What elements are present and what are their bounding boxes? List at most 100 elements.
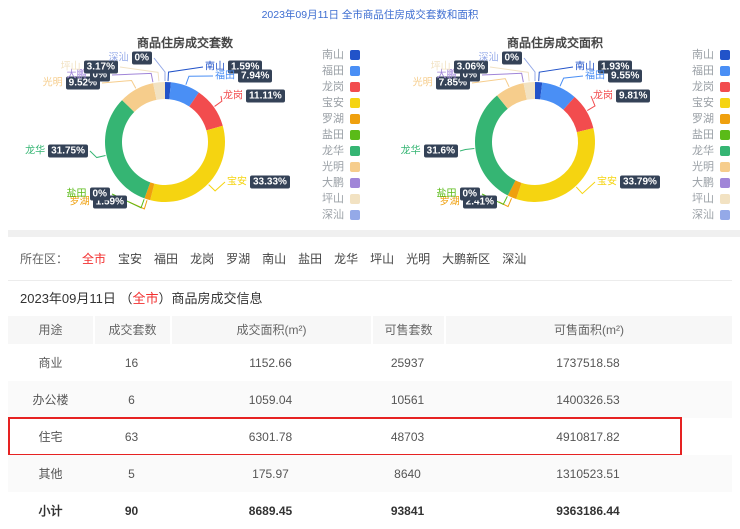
- filter-option-龙华[interactable]: 龙华: [334, 252, 358, 266]
- table-row-住宅: 住宅 63 6301.78 48703 4910817.82: [8, 417, 732, 456]
- legend-swatch: [350, 210, 360, 220]
- legend-item-南山[interactable]: 南山: [692, 49, 730, 61]
- chart-units-panel: 商品住房成交套数 南山 福田 龙岗 宝安 罗湖 盐田 龙华 光明 大鹏 坪山 深汕 南山 1.59% 福…: [0, 28, 370, 232]
- legend-item-龙华[interactable]: 龙华: [322, 145, 360, 157]
- legend-item-盐田[interactable]: 盐田: [692, 130, 730, 141]
- filter-option-大鹏新区[interactable]: 大鹏新区: [442, 252, 490, 266]
- pie-label-宝安: 宝安 33.33%: [227, 175, 290, 189]
- transactions-table: 用途 成交套数 成交面积(m²) 可售套数 可售面积(m²) 商业 16 1152.66 25…: [8, 316, 732, 529]
- filter-label: 所在区：: [20, 252, 69, 266]
- filter-option-光明[interactable]: 光明: [406, 252, 430, 266]
- pie-label-value: 31.75%: [48, 144, 88, 158]
- filter-option-盐田[interactable]: 盐田: [298, 252, 322, 266]
- pie-label-name: 光明: [412, 77, 433, 89]
- legend-item-龙岗[interactable]: 龙岗: [322, 82, 360, 93]
- legend-label: 南山: [322, 49, 344, 61]
- pie-label-value: 33.33%: [250, 175, 290, 189]
- legend-item-深汕[interactable]: 深汕: [692, 210, 730, 221]
- section-divider: [8, 230, 740, 237]
- legend-item-光明[interactable]: 光明: [322, 162, 360, 173]
- pie-label-value: 0%: [501, 51, 522, 65]
- table-cell: 商业: [38, 356, 63, 370]
- label-line-罗湖: [128, 200, 148, 210]
- pie-label-value: 7.94%: [238, 69, 273, 83]
- label-line-福田: [559, 75, 584, 87]
- chart-area-panel: 商品住房成交面积 南山 福田 龙岗 宝安 罗湖 盐田 龙华 光明 大鹏 坪山 深汕 南山 1.93% 福…: [370, 28, 740, 232]
- legend-item-坪山[interactable]: 坪山: [692, 194, 730, 205]
- legend-item-宝安[interactable]: 宝安: [692, 98, 730, 109]
- legend-label: 光明: [692, 161, 714, 173]
- table-row-total: 小计 90 8689.45 93841 9363186.44: [8, 492, 732, 529]
- legend-item-大鹏[interactable]: 大鹏: [692, 178, 730, 189]
- table-cell: 175.97: [252, 466, 289, 481]
- legend-item-光明[interactable]: 光明: [692, 161, 730, 173]
- legend-swatch: [720, 194, 730, 204]
- table-header-row: 用途 成交套数 成交面积(m²) 可售套数 可售面积(m²): [8, 316, 732, 344]
- page-title: 2023年09月11日 全市商品住房成交套数和面积: [261, 9, 479, 21]
- filter-option-福田[interactable]: 福田: [154, 252, 178, 266]
- legend-item-南山[interactable]: 南山: [322, 49, 360, 61]
- legend-item-深汕[interactable]: 深汕: [322, 210, 360, 221]
- legend-item-罗湖[interactable]: 罗湖: [692, 113, 730, 125]
- legend-label: 龙华: [692, 145, 714, 157]
- pie-segment-宝安[interactable]: [150, 125, 225, 202]
- pie-segment-龙华[interactable]: [104, 100, 151, 199]
- pie-label-name: 深汕: [478, 52, 499, 64]
- legend-item-盐田[interactable]: 盐田: [322, 130, 360, 141]
- legend-item-龙华[interactable]: 龙华: [692, 145, 730, 157]
- legend-item-罗湖[interactable]: 罗湖: [322, 113, 360, 125]
- table-section-title: 2023年09月11日 （全市）商品房成交信息: [20, 288, 263, 307]
- table-header-cell: 可售套数: [371, 316, 444, 344]
- pie-label-value: 11.11%: [246, 89, 285, 103]
- filter-option-坪山[interactable]: 坪山: [370, 252, 394, 266]
- pie-label-value: 9.55%: [608, 69, 643, 83]
- legend-item-龙岗[interactable]: 龙岗: [692, 81, 730, 93]
- pie-segment-龙华[interactable]: [475, 95, 516, 196]
- legend-swatch: [720, 178, 730, 188]
- filter-option-全市[interactable]: 全市: [82, 252, 106, 266]
- legend-swatch: [350, 114, 360, 124]
- pie-label-福田: 福田 7.94%: [215, 69, 273, 83]
- label-line-宝安: [575, 181, 596, 195]
- filter-option-罗湖[interactable]: 罗湖: [226, 252, 250, 266]
- donut-chart-area: [459, 57, 596, 208]
- legend-item-大鹏[interactable]: 大鹏: [322, 177, 360, 189]
- label-line-龙华: [459, 148, 475, 152]
- legend-swatch: [720, 98, 730, 108]
- pie-label-name: 龙华: [25, 145, 46, 157]
- table-cell: 1059.04: [248, 392, 293, 407]
- legend-label: 罗湖: [692, 113, 714, 125]
- legend-swatch: [350, 178, 360, 188]
- chart-legend: 南山福田龙岗宝安罗湖盐田龙华光明大鹏坪山深汕: [692, 50, 730, 226]
- label-line-南山: [167, 66, 204, 82]
- pie-label-name: 龙岗: [223, 90, 243, 102]
- table-header-cell: 成交套数: [93, 316, 170, 344]
- legend-item-福田[interactable]: 福田: [692, 66, 730, 77]
- legend-label: 龙岗: [692, 81, 714, 93]
- pie-segment-宝安[interactable]: [516, 128, 595, 203]
- legend-item-宝安[interactable]: 宝安: [322, 98, 360, 109]
- table-header-cell: 成交面积(m²): [170, 316, 371, 344]
- legend-item-福田[interactable]: 福田: [322, 66, 360, 77]
- table-cell: 5: [128, 466, 135, 481]
- filter-option-南山[interactable]: 南山: [262, 252, 286, 266]
- legend-label: 龙华: [322, 145, 344, 157]
- legend-item-坪山[interactable]: 坪山: [322, 194, 360, 205]
- pie-label-name: 盐田: [66, 188, 87, 200]
- pie-label-value: 31.6%: [423, 144, 458, 158]
- table-cell: 16: [124, 355, 139, 370]
- pie-label-深汕: 深汕 0%: [109, 51, 152, 65]
- table-cell: 63: [124, 429, 139, 444]
- pie-label-龙岗: 龙岗 11.11%: [223, 89, 285, 103]
- label-line-福田: [185, 75, 214, 85]
- section-title-region: 全市: [132, 291, 159, 306]
- legend-label: 罗湖: [322, 113, 344, 125]
- filter-option-龙岗[interactable]: 龙岗: [190, 252, 214, 266]
- filter-option-深汕[interactable]: 深汕: [502, 252, 526, 266]
- pie-label-龙岗: 龙岗 9.81%: [593, 89, 651, 103]
- legend-label: 南山: [692, 49, 714, 61]
- filter-option-宝安[interactable]: 宝安: [118, 252, 142, 266]
- table-cell: 9363186.44: [556, 503, 620, 518]
- legend-label: 大鹏: [322, 177, 344, 189]
- table-cell: 25937: [390, 355, 425, 370]
